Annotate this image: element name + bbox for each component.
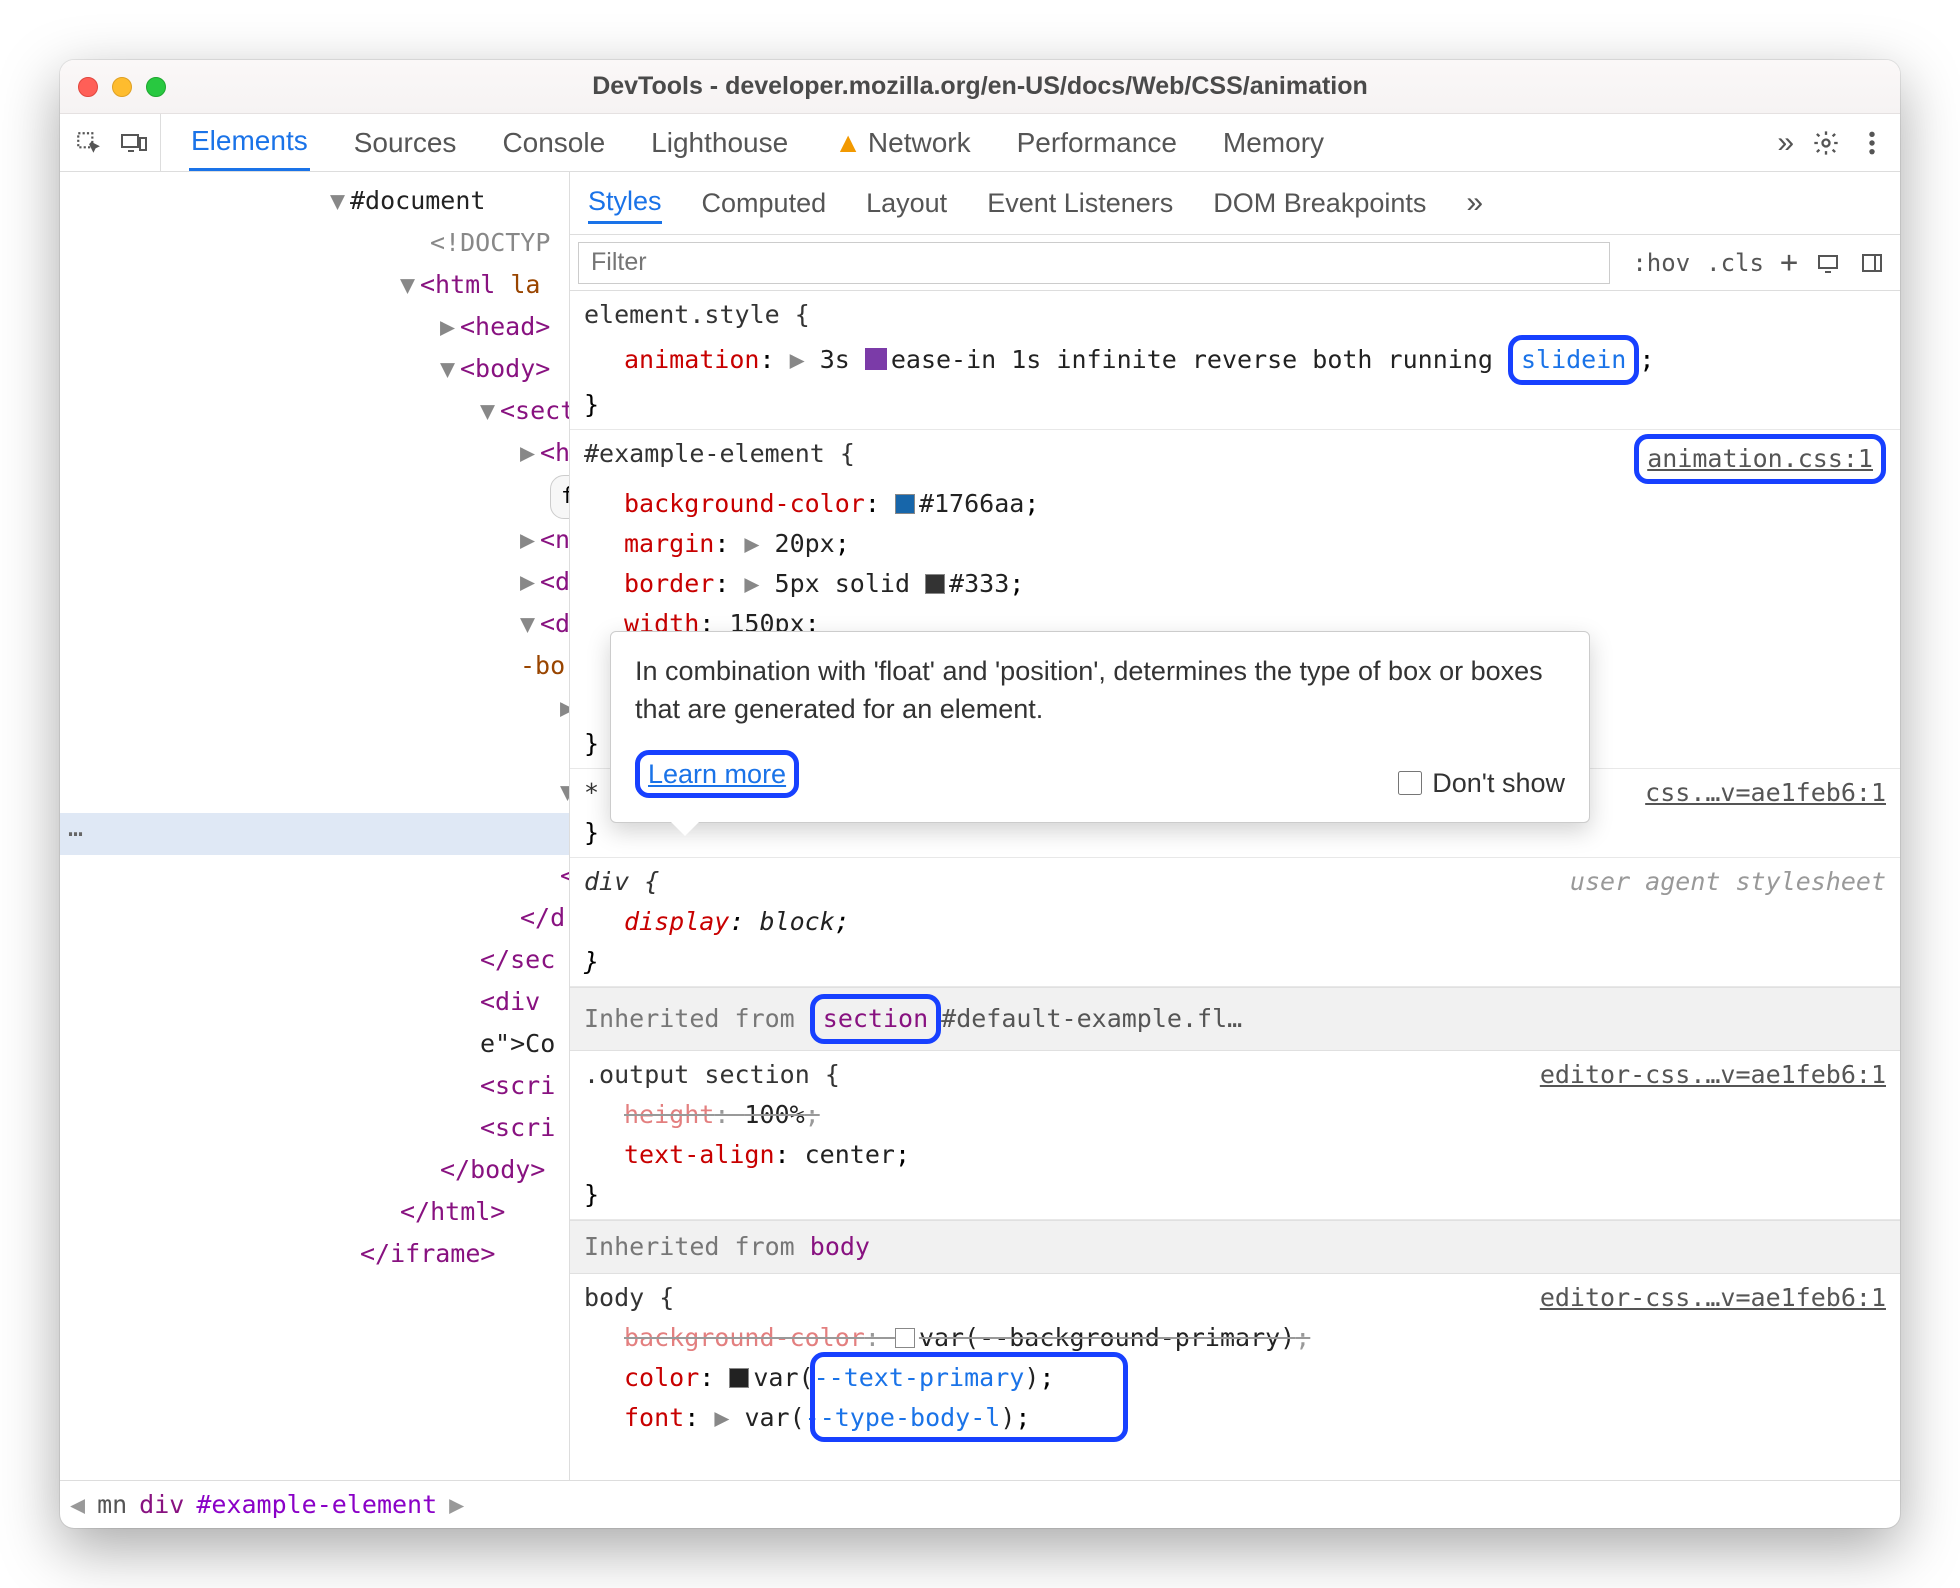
styles-tab-listeners[interactable]: Event Listeners	[987, 184, 1173, 223]
styles-panel: Styles Computed Layout Event Listeners D…	[570, 172, 1900, 1480]
breadcrumb-left-arrow[interactable]: ◀	[70, 1490, 85, 1519]
selected-element-indicator[interactable]: ⋯	[60, 813, 569, 855]
cls-toggle[interactable]: .cls	[1706, 249, 1764, 277]
color-swatch[interactable]	[895, 494, 915, 514]
rule-element-style[interactable]: element.style { animation: ▶ 3s ease-in …	[570, 291, 1900, 430]
inherited-from-body: Inherited from body	[570, 1220, 1900, 1274]
css-var-link[interactable]: --type-body-l	[805, 1403, 1001, 1432]
titlebar: DevTools - developer.mozilla.org/en-US/d…	[60, 60, 1900, 114]
breadcrumb[interactable]: ◀ mn div #example-element ▶	[60, 1480, 1900, 1528]
breadcrumb-right-arrow[interactable]: ▶	[449, 1490, 464, 1519]
tab-sources[interactable]: Sources	[352, 114, 459, 171]
inherited-body-link[interactable]: body	[810, 1232, 870, 1261]
rule-div-ua[interactable]: div { user agent stylesheet display: blo…	[570, 858, 1900, 987]
device-mode-icon[interactable]	[120, 129, 148, 157]
color-swatch[interactable]	[895, 1328, 915, 1348]
inspect-element-icon[interactable]	[74, 129, 102, 157]
styles-tabs-more[interactable]: »	[1466, 182, 1483, 224]
tab-network[interactable]: ▲Network	[832, 114, 972, 171]
settings-icon[interactable]	[1812, 129, 1840, 157]
color-swatch[interactable]	[925, 574, 945, 594]
warning-icon: ▲	[834, 127, 862, 159]
styles-tab-styles[interactable]: Styles	[588, 182, 662, 224]
styles-filter-input[interactable]	[578, 242, 1610, 284]
styles-tab-breakpoints[interactable]: DOM Breakpoints	[1213, 184, 1426, 223]
breadcrumb-item[interactable]: mn	[97, 1490, 127, 1519]
breadcrumb-selected[interactable]: #example-element	[196, 1490, 437, 1519]
class-pill[interactable]: fl	[550, 475, 570, 519]
device-classes-icon[interactable]	[1814, 249, 1842, 277]
source-link-animation-css[interactable]: animation.css:1	[1647, 444, 1873, 473]
window-title: DevTools - developer.mozilla.org/en-US/d…	[60, 72, 1900, 101]
source-link-editor-css-2[interactable]: editor-css.…v=ae1feb6:1	[1540, 1055, 1886, 1095]
window-controls	[78, 77, 166, 97]
dont-show-checkbox[interactable]	[1398, 771, 1422, 795]
zoom-window-button[interactable]	[146, 77, 166, 97]
animation-name-link[interactable]: slidein	[1521, 345, 1626, 374]
learn-more-link[interactable]: Learn more	[648, 759, 786, 789]
minimize-window-button[interactable]	[112, 77, 132, 97]
tab-performance[interactable]: Performance	[1015, 114, 1179, 171]
breadcrumb-item[interactable]: div	[139, 1490, 184, 1519]
add-rule-button[interactable]: +	[1780, 245, 1798, 280]
hov-toggle[interactable]: :hov	[1632, 249, 1690, 277]
styles-tab-computed[interactable]: Computed	[702, 184, 827, 223]
tab-console[interactable]: Console	[500, 114, 607, 171]
rule-output-section[interactable]: .output section { editor-css.…v=ae1feb6:…	[570, 1051, 1900, 1220]
close-window-button[interactable]	[78, 77, 98, 97]
dont-show-checkbox-label[interactable]: Don't show	[1398, 764, 1565, 802]
tab-elements[interactable]: Elements	[189, 114, 310, 171]
tabs-more-button[interactable]: »	[1777, 126, 1794, 160]
dom-tree[interactable]: ▼#document <!DOCTYP ▼<html la ▶<head> ▼<…	[60, 172, 570, 1480]
source-link-editor-css-3[interactable]: editor-css.…v=ae1feb6:1	[1540, 1278, 1886, 1318]
style-rules: element.style { animation: ▶ 3s ease-in …	[570, 291, 1900, 1480]
property-doc-tooltip: In combination with 'float' and 'positio…	[610, 631, 1590, 823]
tab-memory[interactable]: Memory	[1221, 114, 1326, 171]
inherited-section-link[interactable]: section	[823, 1004, 928, 1033]
main-toolbar: Elements Sources Console Lighthouse ▲Net…	[60, 114, 1900, 172]
kebab-menu-icon[interactable]	[1858, 129, 1886, 157]
css-var-link[interactable]: --text-primary	[814, 1363, 1025, 1392]
easing-icon[interactable]	[865, 348, 887, 370]
color-swatch[interactable]	[729, 1368, 749, 1388]
devtools-window: DevTools - developer.mozilla.org/en-US/d…	[60, 60, 1900, 1528]
source-link-editor-css[interactable]: css.…v=ae1feb6:1	[1645, 773, 1886, 813]
user-agent-label: user agent stylesheet	[1570, 862, 1886, 902]
rule-body[interactable]: body { editor-css.…v=ae1feb6:1 backgroun…	[570, 1274, 1900, 1442]
styles-tab-layout[interactable]: Layout	[866, 184, 947, 223]
tab-lighthouse[interactable]: Lighthouse	[649, 114, 790, 171]
inherited-from-section: Inherited from section#default-example.f…	[570, 987, 1900, 1051]
toggle-sidebar-icon[interactable]	[1858, 249, 1886, 277]
filter-row: :hov .cls +	[570, 235, 1900, 291]
